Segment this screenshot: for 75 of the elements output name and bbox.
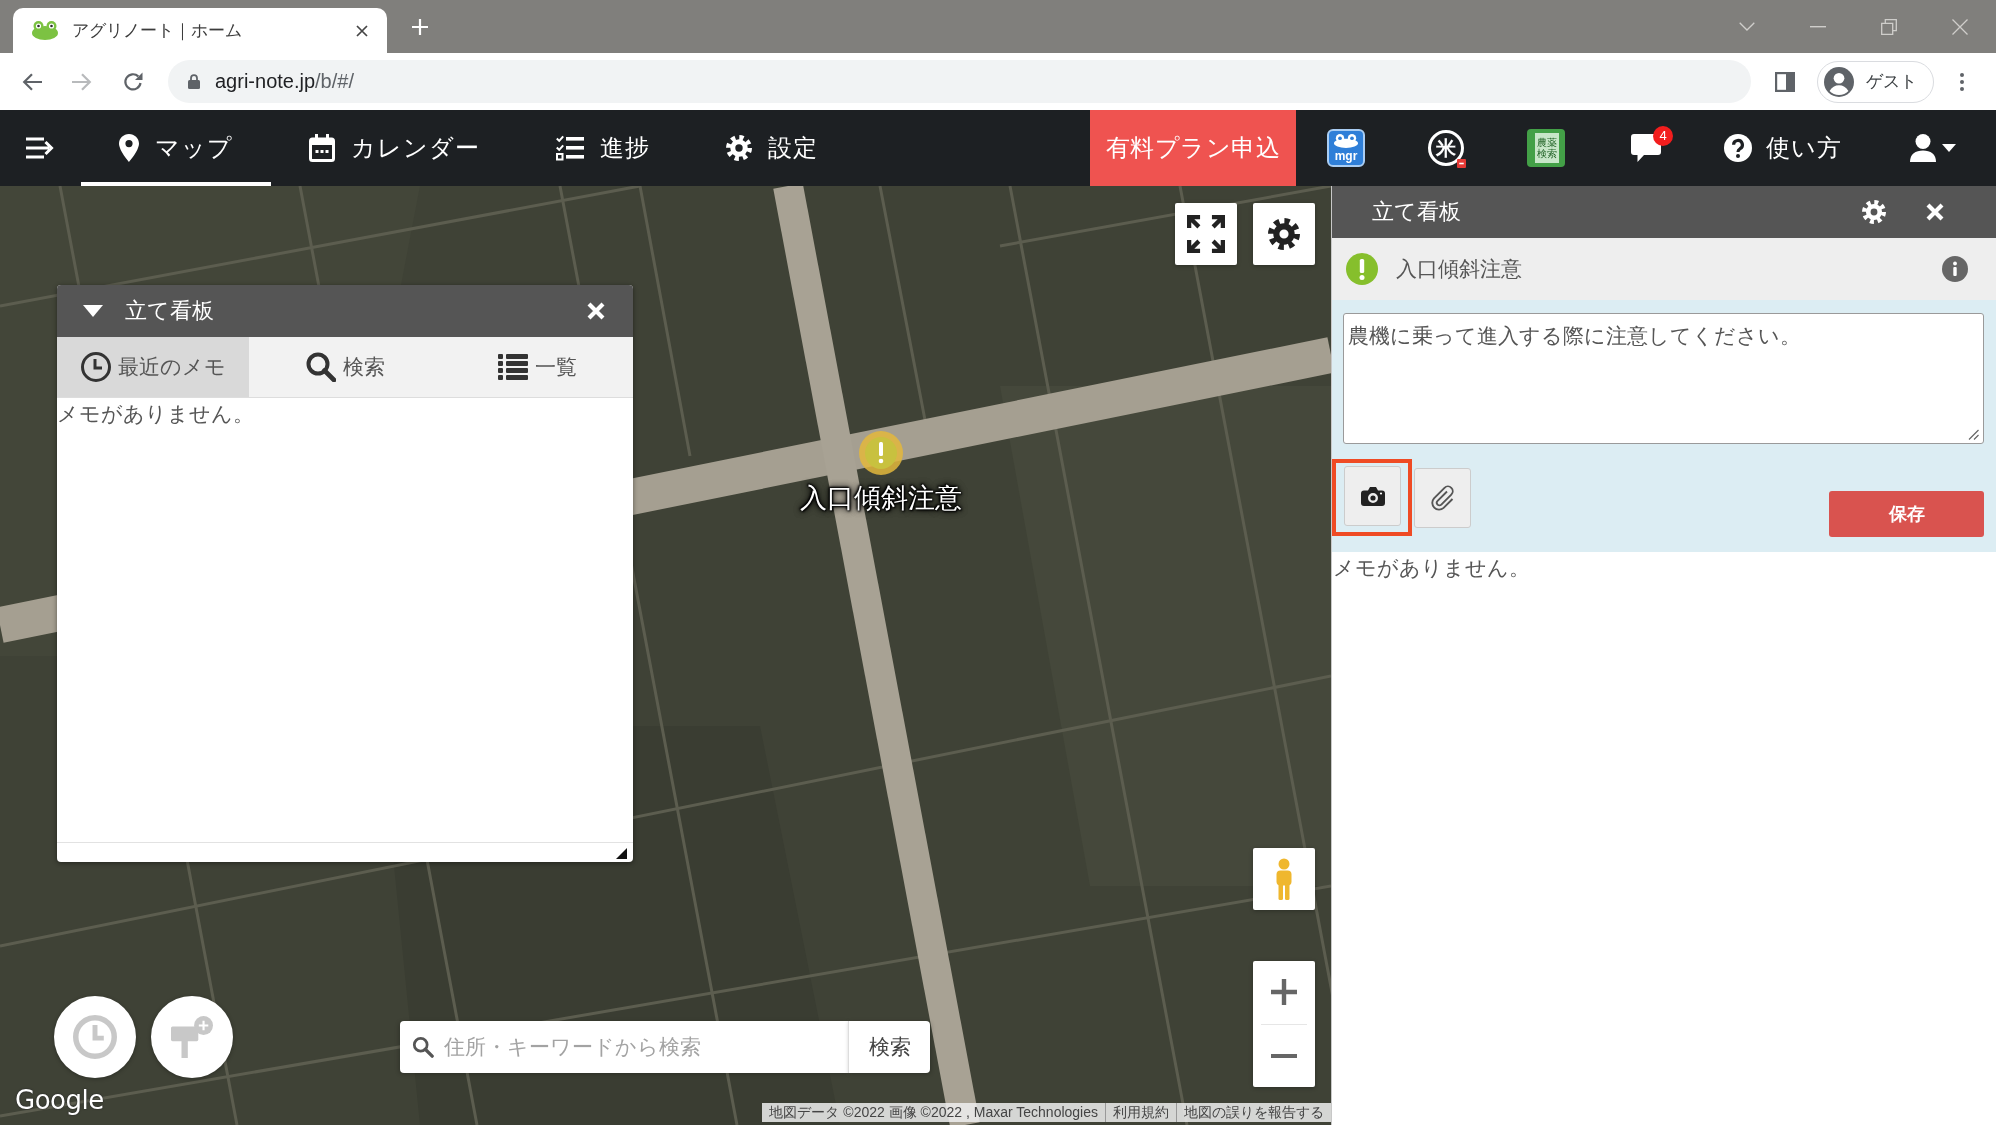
map-logo: Google	[15, 1085, 104, 1115]
frog-icon	[1334, 134, 1358, 148]
warning-marker-icon[interactable]	[859, 431, 903, 475]
app-tile-button[interactable]: mgr	[1327, 129, 1365, 167]
nav-tab[interactable]: 進捗	[518, 110, 688, 186]
menu-icon[interactable]	[26, 137, 54, 159]
user-icon	[1910, 134, 1936, 162]
attribution-link[interactable]: 利用規約	[1105, 1103, 1176, 1122]
back-arrow-icon[interactable]	[22, 72, 42, 91]
restore-icon[interactable]	[1881, 18, 1897, 35]
tag-icon	[1457, 159, 1466, 168]
address-field[interactable]: agri-note.jp/b/#/	[168, 60, 1751, 103]
sidebar-icon[interactable]	[1775, 71, 1795, 92]
close-icon[interactable]	[356, 24, 368, 37]
search-icon	[305, 352, 336, 382]
clock-icon	[80, 352, 111, 382]
camera-button[interactable]	[1344, 466, 1401, 526]
settings-icon	[1268, 218, 1300, 250]
panel-tab[interactable]: 検索	[249, 337, 441, 397]
resize-handle-icon[interactable]	[616, 848, 627, 859]
nav-tab[interactable]: カレンダー	[271, 110, 518, 186]
chat-icon[interactable]	[1631, 134, 1661, 162]
panel-title: 立て看板	[125, 297, 215, 325]
chevron-down-icon[interactable]	[1739, 22, 1755, 31]
notification-badge: 4	[1653, 126, 1673, 146]
person-icon	[1274, 858, 1294, 900]
reload-icon[interactable]	[123, 71, 143, 92]
settings-icon[interactable]	[1862, 200, 1886, 224]
plus-icon[interactable]	[412, 19, 428, 35]
help-link[interactable]: 使い方	[1696, 110, 1876, 186]
zoom-in-icon[interactable]	[1271, 979, 1297, 1006]
gear-icon	[726, 135, 752, 161]
checklist-icon	[556, 135, 584, 161]
paperclip-icon	[1429, 484, 1456, 511]
tab-title: アグリノート｜ホーム	[72, 20, 243, 42]
search-button[interactable]: 検索	[848, 1021, 930, 1073]
empty-message: メモがありません。	[1332, 555, 1531, 581]
caret-icon[interactable]	[83, 305, 103, 317]
clock-icon	[73, 1015, 117, 1059]
resize-grip-icon[interactable]	[1968, 429, 1979, 440]
empty-message: メモがありません。	[57, 402, 254, 425]
camera-icon	[1360, 486, 1385, 506]
caret-icon	[1942, 144, 1956, 152]
minimize-icon[interactable]	[1810, 25, 1826, 28]
map-settings-button[interactable]	[1253, 203, 1315, 265]
info-icon[interactable]	[1942, 256, 1968, 282]
pin-icon	[119, 134, 139, 162]
panel-tab[interactable]: 最近のメモ	[57, 337, 249, 397]
nav-tab[interactable]: 設定	[688, 110, 856, 186]
browser-tab[interactable]: アグリノート｜ホーム	[13, 8, 387, 53]
search-input[interactable]: 住所・キーワードから検索	[444, 1027, 848, 1067]
fullscreen-icon	[1187, 215, 1225, 253]
circle-mark-button[interactable]: 米	[1428, 130, 1464, 166]
calendar-icon	[309, 134, 335, 162]
fullscreen-button[interactable]	[1175, 203, 1237, 265]
lock-icon	[188, 74, 200, 89]
help-icon	[1724, 134, 1752, 162]
signboard-plus-icon	[171, 1016, 213, 1058]
search-icon	[412, 1036, 434, 1058]
avatar-icon	[1824, 66, 1854, 97]
attribution-text: 地図データ ©2022 画像 ©2022 , Maxar Technologies	[768, 1103, 1099, 1122]
more-icon[interactable]	[1960, 72, 1964, 91]
frog-icon	[32, 21, 58, 40]
panel-title: 立て看板	[1372, 198, 1462, 226]
profile-button[interactable]: ゲスト	[1817, 60, 1934, 103]
attach-button[interactable]	[1414, 467, 1471, 528]
zoom-out-icon[interactable]	[1271, 1053, 1297, 1058]
warning-icon	[1346, 253, 1378, 285]
book-button[interactable]: 農薬検索	[1527, 129, 1565, 167]
sign-name: 入口傾斜注意	[1396, 256, 1523, 282]
panel-tab[interactable]: 一覧	[441, 337, 633, 397]
memo-field[interactable]: 農機に乗って進入する際に注意してください。	[1343, 313, 1984, 444]
search-box[interactable]: 住所・キーワードから検索	[400, 1021, 848, 1073]
list-icon	[497, 354, 528, 380]
save-button[interactable]: 保存	[1829, 491, 1984, 537]
